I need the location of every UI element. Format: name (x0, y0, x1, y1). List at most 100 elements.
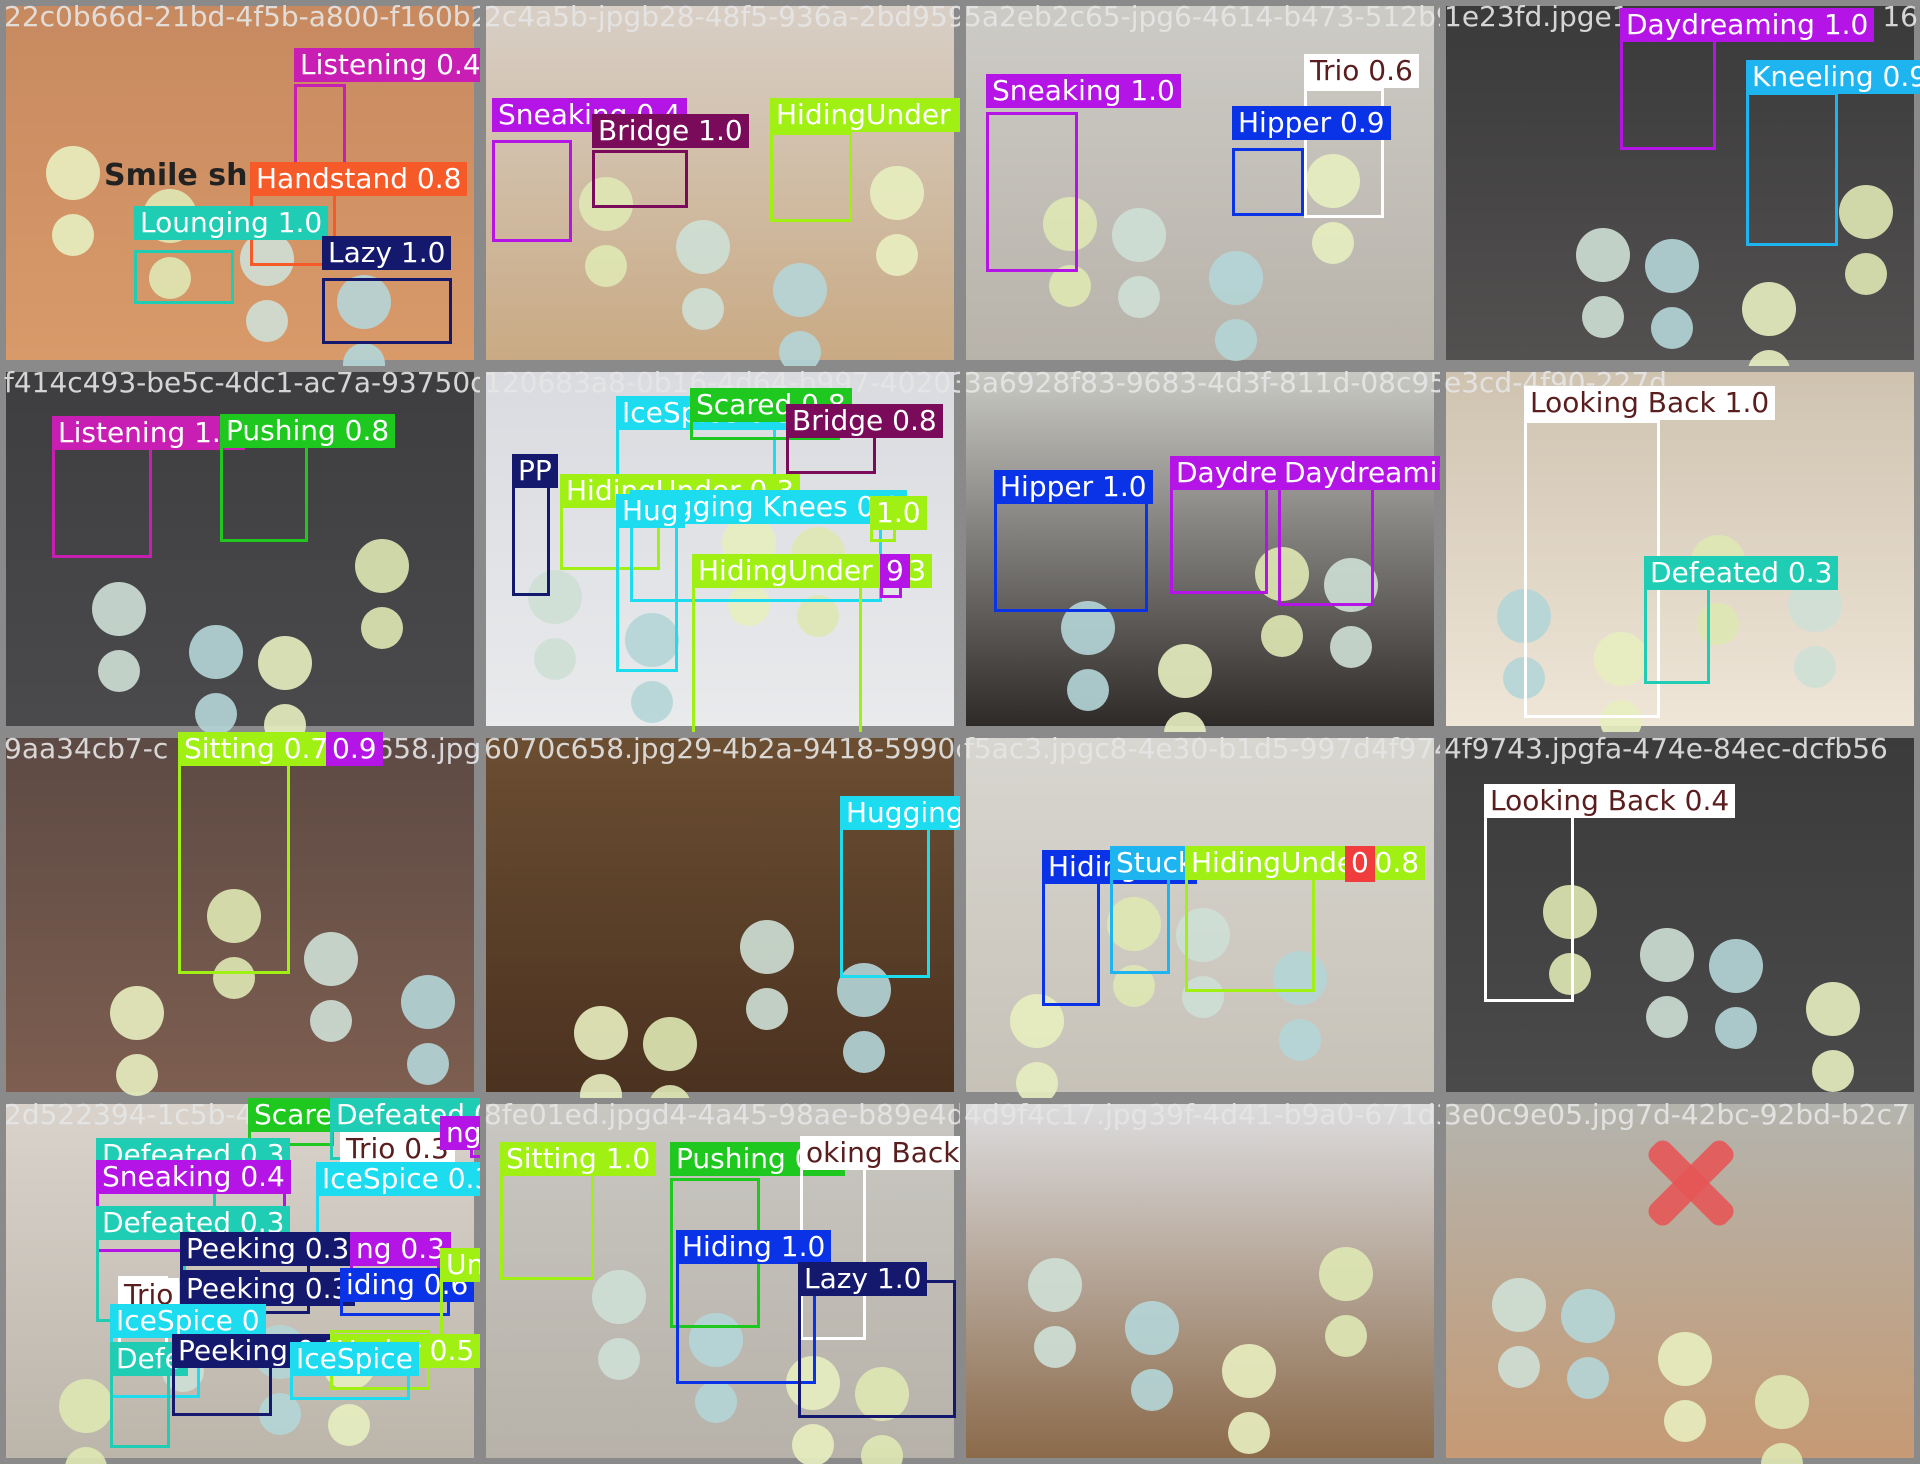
figure-shape (574, 1006, 628, 1060)
detection-box (512, 480, 550, 596)
cell-9: 9aa34cb7-c 7-6678-60703658.jpgSitting 0.… (0, 732, 480, 1098)
detection-label: Listening 1.0 (52, 416, 245, 450)
cell-11: f5ac3.jpgc8-4e30-b1d5-997d4f9743.jpgHidi… (960, 732, 1440, 1098)
cell-6: 120683a8-0b16-4d64-b997-40203a6928f83.jp… (480, 366, 960, 732)
cell-14: 8fe01ed.jpgd4-4a45-98ae-b89e4d9f4c17.jpg… (480, 1098, 960, 1464)
detection-box (770, 132, 852, 222)
detection-box (134, 250, 234, 304)
detection-label: Handstand 0.8 (250, 162, 468, 196)
figure-shape (1492, 1278, 1546, 1332)
detection-label: Under 0.3 (440, 1248, 480, 1282)
figure-shape (258, 636, 312, 690)
figure-shape (1742, 282, 1796, 336)
detection-box (1746, 92, 1838, 246)
detection-label: Listening 0.4 (294, 48, 480, 82)
detection-label: Sneaking 1.0 (986, 74, 1181, 108)
detection-label: Sneaking 0.4 (96, 1160, 291, 1194)
detection-label: Peeking 0.3 (180, 1232, 356, 1266)
detection-box (676, 1248, 816, 1384)
figure-shape (355, 539, 409, 593)
detection-box (1620, 36, 1716, 150)
detection-label: Trio 0.3 (340, 1132, 455, 1166)
detection-box (492, 140, 572, 242)
detection-label: Peeking 0.3 (180, 1272, 356, 1306)
detection-label: Looking Back 1.0 (1524, 386, 1776, 420)
figure-shape (643, 1017, 697, 1071)
figure-shape (1709, 939, 1763, 993)
detection-label: Hugging Knees 0.4 (840, 796, 960, 830)
detection-label: Hiding 1.0 (676, 1230, 832, 1264)
detection-box (798, 1280, 956, 1418)
detection-box (220, 432, 308, 542)
detection-box (178, 762, 290, 974)
cell-1: Smile sh22c0b66d-21bd-4f5b-a800-f160b274… (0, 0, 480, 366)
detection-label: Defeated 0.3 (1644, 556, 1839, 590)
detection-label: Daydreaming 1.0 (1620, 8, 1875, 42)
detection-box (1524, 420, 1660, 718)
detection-label: Hipper 1.0 (994, 470, 1153, 504)
figure-shape (1112, 208, 1166, 262)
figure-shape (1755, 1375, 1809, 1429)
figure-shape (110, 986, 164, 1040)
detection-label: 0.9 (326, 732, 383, 766)
figure-shape (1209, 251, 1263, 305)
detection-label: HidingUnder 0.8 (1185, 846, 1426, 880)
detection-box (294, 84, 346, 166)
detection-label: IceSpice (290, 1342, 419, 1376)
figure-shape (1658, 1332, 1712, 1386)
detection-label: Sitting 0.7 (178, 732, 335, 766)
figure-shape (1319, 1247, 1373, 1301)
detection-label: Bridge 0.8 (786, 404, 943, 438)
figure-shape (1028, 1258, 1082, 1312)
cell-10: 6070c658.jpg29-4b2a-9418-5990c6f55ac3.jp… (480, 732, 960, 1098)
cell-8: e3cd-4f90-227d Looking Back 1.0 Defeated 0… (1440, 366, 1920, 732)
detection-mosaic: Smile sh22c0b66d-21bd-4f5b-a800-f160b274… (0, 0, 1920, 1464)
figure-shape (1222, 1344, 1276, 1398)
detection-box (1484, 806, 1574, 1002)
detection-box (1170, 482, 1268, 594)
detection-label: Lazy 1.0 (322, 236, 452, 270)
figure-shape (1645, 239, 1699, 293)
cell-15: 4d9f4c17.jpg39f-4d41-b9a0-671d3e0c9e05.j… (960, 1098, 1440, 1464)
figure-shape (401, 975, 455, 1029)
detection-label: oking Back 1.0 (800, 1136, 960, 1170)
detection-label: Hipper 0.9 (1232, 106, 1391, 140)
figure-shape (46, 146, 100, 200)
cell-3: 5a2eb2c65-jpg6-4614-b473-512b9e23fd61.jp… (960, 0, 1440, 366)
figure-shape (1640, 928, 1694, 982)
detection-label: PP (512, 454, 558, 488)
detection-box (840, 818, 930, 978)
detection-label: Looking Back 0.4 (1484, 784, 1736, 818)
detection-label: Lounging 1.0 (134, 206, 329, 240)
detection-label: 1.0 (870, 496, 927, 530)
detection-box (1278, 482, 1374, 606)
figure-shape (1158, 644, 1212, 698)
detection-box (616, 512, 678, 672)
detection-box (692, 568, 862, 732)
cell-4: 1e23fd.jpge1 16 Daydreaming 1.0 Kneeling 0.… (1440, 0, 1920, 366)
detection-label: IceSpice 0 (110, 1304, 266, 1338)
detection-label: 9 (880, 554, 910, 588)
figure-shape (189, 625, 243, 679)
detection-label: 0 (1345, 846, 1375, 880)
detection-label: Kneeling 0.9 (1746, 60, 1920, 94)
figure-shape (59, 1379, 113, 1433)
detection-label: ng 0.4 (440, 1116, 480, 1150)
cell-photo (966, 1104, 1434, 1458)
detection-label: IceSpice 0.3 (316, 1162, 480, 1196)
detection-label: Sitting 1.0 (500, 1142, 657, 1176)
cell-5: f414c493-be5c-4dc1-ac7a-93750d2a683a8.jp… (0, 366, 480, 732)
detection-box (322, 278, 452, 344)
figure-shape (1576, 228, 1630, 282)
cell-13: 2d522394-1c5b-4ScaredDefeated 0.8Defeate… (0, 1098, 480, 1464)
figure-shape (1839, 185, 1893, 239)
detection-box (986, 112, 1078, 272)
photo-stamp-text: Smile sh (104, 158, 248, 193)
figure-shape (592, 1270, 646, 1324)
figure-shape (1806, 982, 1860, 1036)
figure-shape (870, 166, 924, 220)
detection-label: Pushing 0.8 (220, 414, 396, 448)
red-x-mark (1640, 1138, 1730, 1228)
cell-7: 3a6928f83-9683-4d3f-811d-08c95 Hipper 1.0… (960, 366, 1440, 732)
cell-12: 4f9743.jpgfa-474e-84ec-dcfb56 Looking Bac… (1440, 732, 1920, 1098)
